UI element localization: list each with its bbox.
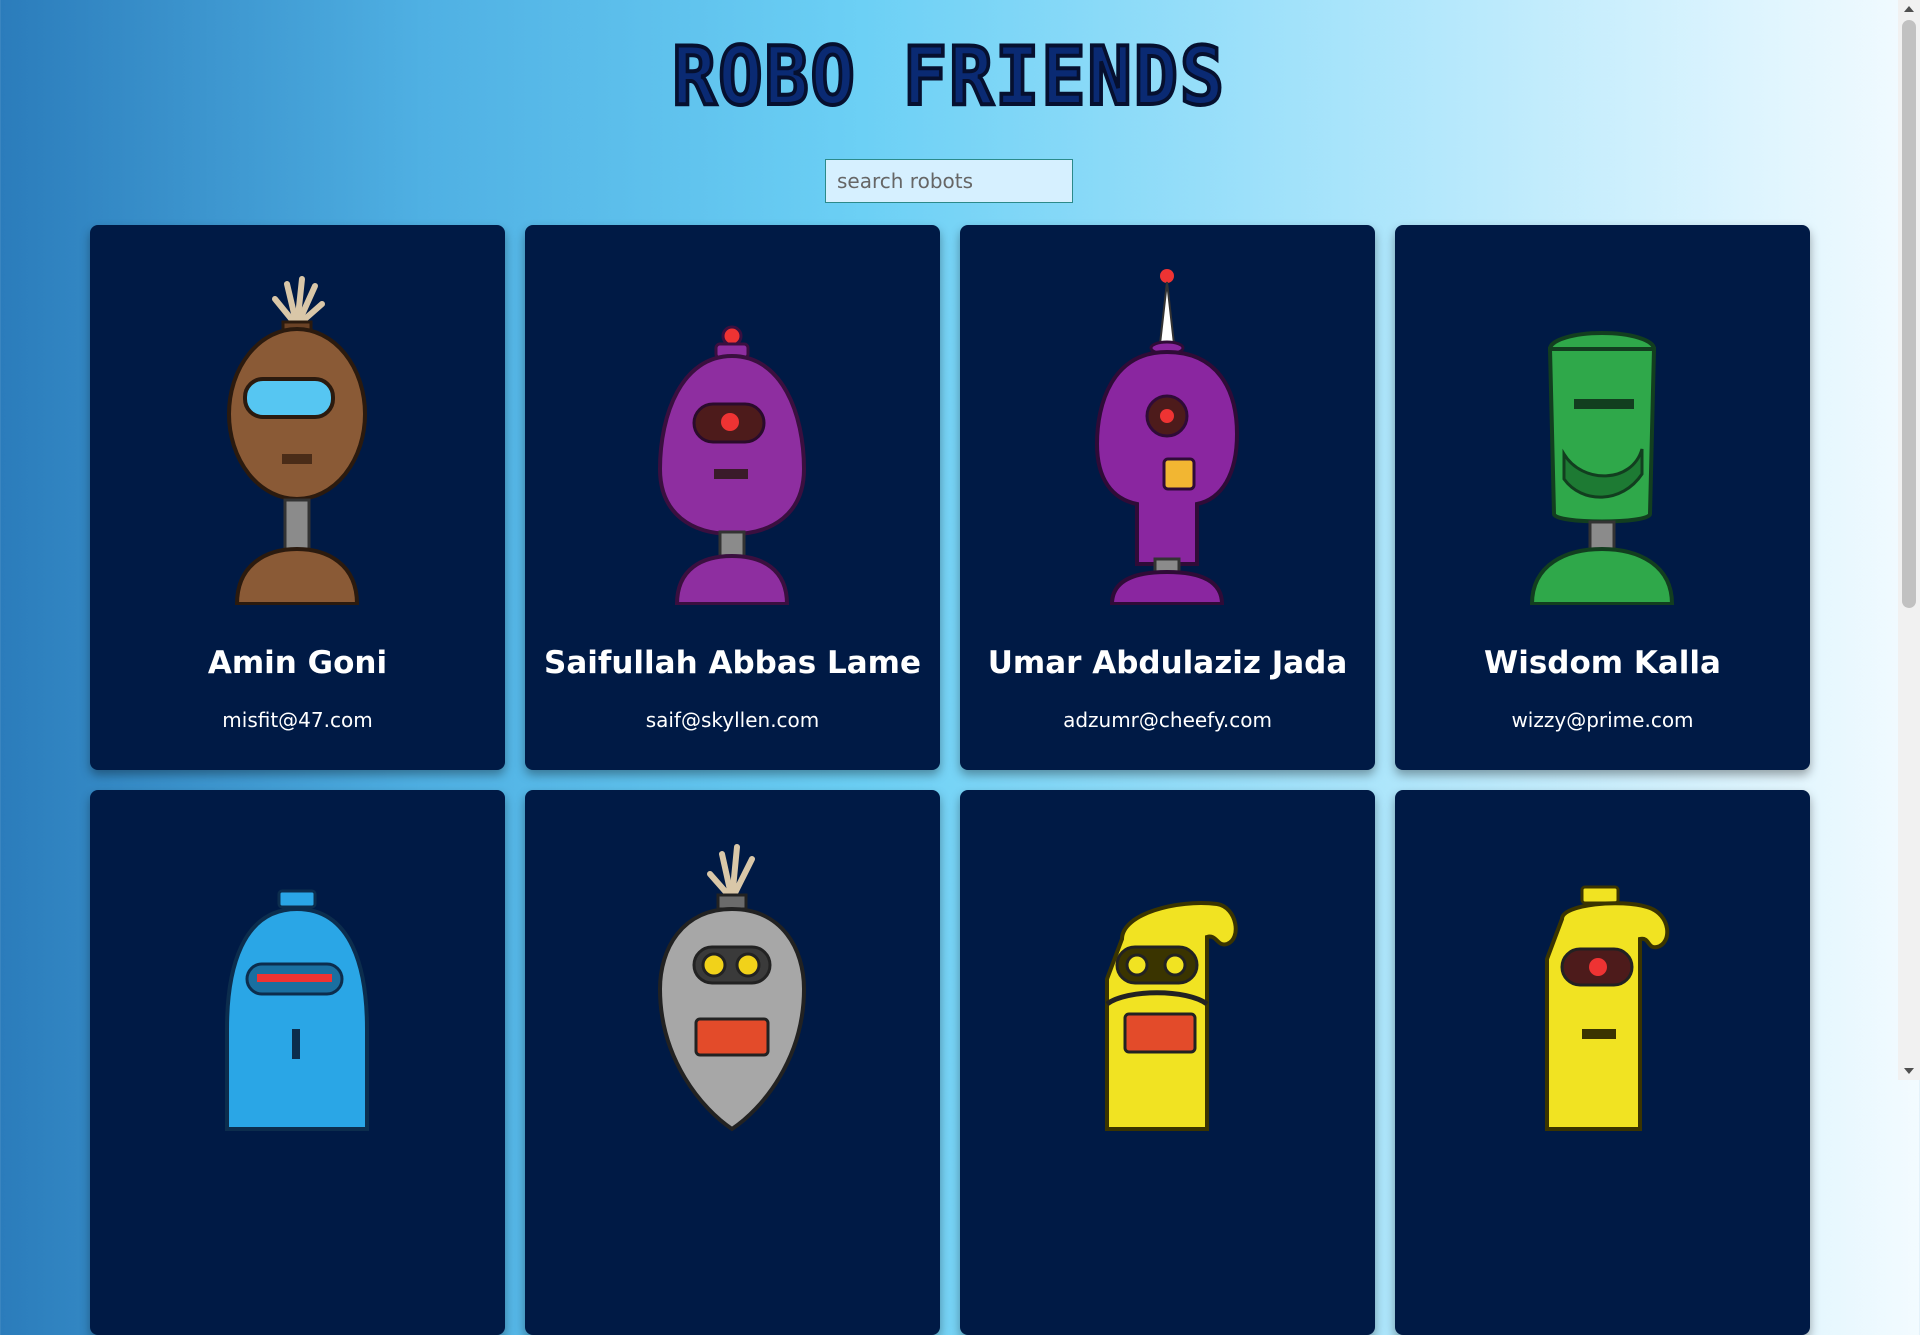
search-input[interactable] xyxy=(825,159,1073,203)
robot-avatar xyxy=(227,276,367,605)
robot-card[interactable] xyxy=(525,790,940,1335)
robot-email: misfit@47.com xyxy=(222,708,373,732)
robot-card[interactable] xyxy=(1395,790,1810,1335)
robot-avatar xyxy=(1529,331,1675,605)
robot-avatar xyxy=(657,844,807,1132)
robot-name: Wisdom Kalla xyxy=(1484,645,1721,681)
robot-name: Umar Abdulaziz Jada xyxy=(987,645,1348,681)
robot-avatar xyxy=(1094,269,1240,605)
robot-email: saif@skyllen.com xyxy=(645,708,820,732)
scroll-down-arrow-icon[interactable] xyxy=(1904,1068,1914,1074)
robot-avatar xyxy=(1545,885,1670,1131)
robot-name: Amin Goni xyxy=(207,645,388,681)
scroll-up-arrow-icon[interactable] xyxy=(1904,6,1914,12)
robot-card[interactable]: Saifullah Abbas Lame saif@skyllen.com xyxy=(525,225,940,770)
robot-avatar xyxy=(657,325,807,605)
robot-avatar xyxy=(1105,901,1238,1131)
scrollbar-thumb[interactable] xyxy=(1902,20,1916,608)
robot-card[interactable] xyxy=(960,790,1375,1335)
robot-card[interactable] xyxy=(90,790,505,1335)
robot-avatar xyxy=(225,889,369,1131)
robot-email: wizzy@prime.com xyxy=(1511,708,1694,732)
robot-email: adzumr@cheefy.com xyxy=(1063,708,1272,732)
page-title: ROBO FRIENDS xyxy=(670,28,1226,125)
vertical-scrollbar[interactable] xyxy=(1898,0,1920,1080)
robot-card[interactable]: Umar Abdulaziz Jada adzumr@cheefy.com xyxy=(960,225,1375,770)
robot-card[interactable]: Amin Goni misfit@47.com xyxy=(90,225,505,770)
robot-card[interactable]: Wisdom Kalla wizzy@prime.com xyxy=(1395,225,1810,770)
robot-name: Saifullah Abbas Lame xyxy=(544,645,921,681)
